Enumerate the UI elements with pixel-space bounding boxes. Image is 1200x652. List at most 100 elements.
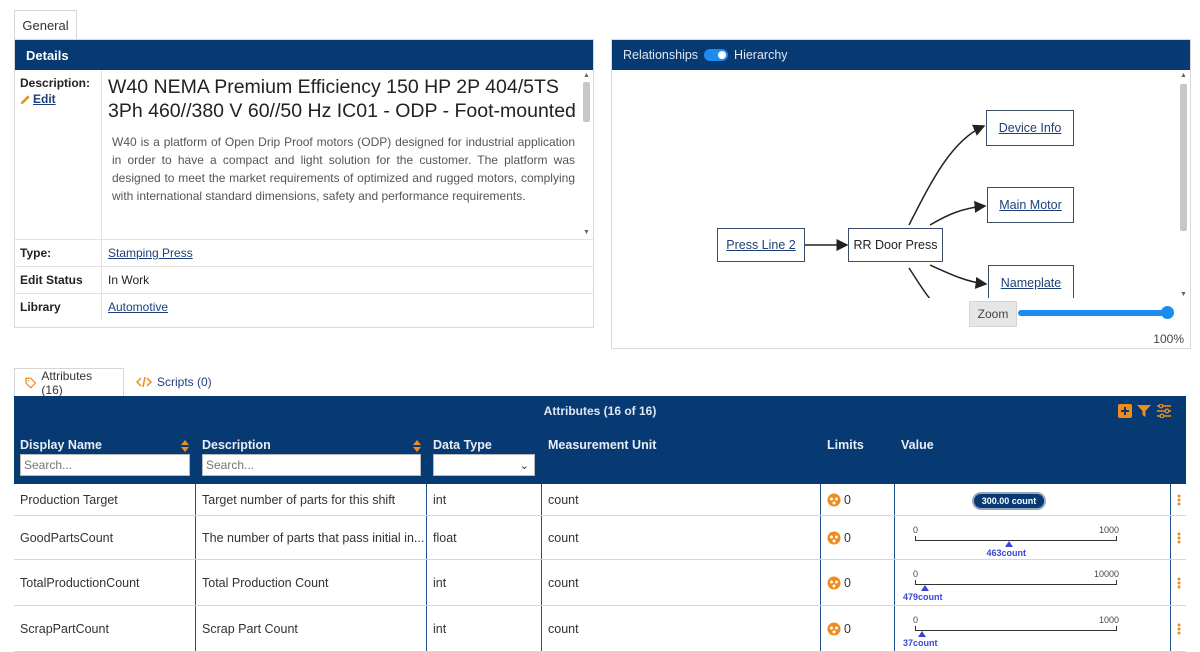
limits-cell: 0 <box>821 606 894 651</box>
graph-scroll-down-icon[interactable]: ▼ <box>1179 291 1188 298</box>
table-row[interactable]: ScrapPartCount Scrap Part Count int count 0 0… <box>14 606 1186 652</box>
graph-scroll-thumb[interactable] <box>1180 84 1187 231</box>
tab-attributes[interactable]: Attributes (16) <box>14 368 124 397</box>
value-cell: 0 1000 37count <box>895 606 1170 651</box>
node-rr-door-press[interactable]: RR Door Press <box>848 228 943 262</box>
node-nameplate-link[interactable]: Nameplate <box>1001 276 1061 290</box>
node-device-info[interactable]: Device Info <box>986 110 1074 146</box>
gauge-axis <box>915 630 1117 631</box>
row-menu-icon[interactable] <box>1177 516 1181 559</box>
node-device-info-link[interactable]: Device Info <box>999 121 1062 135</box>
display-name-search-input[interactable] <box>20 454 190 476</box>
limits-count: 0 <box>844 575 851 590</box>
row-menu-icon[interactable] <box>1177 484 1181 515</box>
node-press-line-link[interactable]: Press Line 2 <box>726 238 795 252</box>
col-value: Value <box>901 438 934 452</box>
col-data-type[interactable]: Data Type <box>433 438 492 452</box>
col-measurement-unit: Measurement Unit <box>548 438 657 452</box>
zoom-button[interactable]: Zoom <box>969 301 1017 327</box>
edit-link[interactable]: Edit <box>20 92 56 106</box>
value-cell: 0 10000 479count <box>895 560 1170 605</box>
cell-name: ScrapPartCount <box>20 621 109 636</box>
edit-label: Edit <box>33 92 56 106</box>
column-divider <box>1170 516 1171 559</box>
cell-type: float <box>433 530 457 545</box>
node-nameplate[interactable]: Nameplate <box>988 265 1074 298</box>
filter-icon[interactable] <box>1137 404 1151 418</box>
sort-icon[interactable] <box>181 440 189 452</box>
settings-sliders-icon[interactable] <box>1156 404 1172 418</box>
cell-description: Total Production Count <box>202 575 329 590</box>
node-main-motor[interactable]: Main Motor <box>987 187 1074 223</box>
col-description[interactable]: Description <box>202 438 271 452</box>
value-gauge: 0 1000 463count <box>913 525 1119 559</box>
gauge-tick <box>1116 536 1117 541</box>
hierarchy-label: Hierarchy <box>734 48 788 62</box>
details-panel: Details Description: Edit W40 NEMA Premi… <box>14 39 594 328</box>
description-search-input[interactable] <box>202 454 421 476</box>
node-main-motor-link[interactable]: Main Motor <box>999 198 1062 212</box>
limits-value[interactable]: 0 <box>827 493 851 507</box>
column-divider <box>1170 606 1171 651</box>
scroll-thumb[interactable] <box>583 82 590 122</box>
row-menu-icon[interactable] <box>1177 606 1181 651</box>
limits-count: 0 <box>844 621 851 636</box>
gauge-max-label: 1000 <box>1098 615 1119 625</box>
type-row: Type: Stamping Press <box>15 240 593 267</box>
zoom-percent: 100% <box>1153 332 1184 346</box>
tab-general[interactable]: General <box>14 10 77 39</box>
table-row[interactable]: GoodPartsCount The number of parts that p… <box>14 516 1186 560</box>
type-label: Type: <box>15 240 102 266</box>
gauge-axis <box>915 540 1117 541</box>
edit-status-label: Edit Status <box>15 267 102 293</box>
type-link[interactable]: Stamping Press <box>108 246 193 260</box>
add-icon[interactable] <box>1118 404 1132 418</box>
limits-value[interactable]: 0 <box>827 622 851 636</box>
col-display-name[interactable]: Display Name <box>20 438 102 452</box>
scroll-up-icon[interactable]: ▲ <box>582 72 591 80</box>
cell-name: Production Target <box>20 492 118 507</box>
graph-scrollbar[interactable]: ▲ ▼ <box>1179 72 1188 298</box>
cell-unit: count <box>548 492 579 507</box>
zoom-slider-knob[interactable] <box>1161 306 1174 319</box>
scroll-down-icon[interactable]: ▼ <box>582 229 591 237</box>
attributes-table: Attributes (16 of 16) Display Name Descr… <box>14 396 1186 652</box>
value-badge: 300.00 count <box>972 492 1046 510</box>
data-type-select[interactable]: ⌄ <box>433 454 535 476</box>
graph-scroll-up-icon[interactable]: ▲ <box>1179 72 1188 79</box>
zoom-slider[interactable] <box>1018 310 1168 316</box>
relationships-panel: Relationships Hierarchy Press Line 2 RR … <box>611 39 1191 349</box>
node-press-line[interactable]: Press Line 2 <box>717 228 805 262</box>
cell-description: The number of parts that pass initial in… <box>202 530 425 545</box>
tab-attributes-label: Attributes (16) <box>41 368 93 397</box>
gauge-min-label: 0 <box>913 569 919 579</box>
cell-unit: count <box>548 530 579 545</box>
relationships-header: Relationships Hierarchy <box>612 40 1190 70</box>
table-row[interactable]: TotalProductionCount Total Production Cou… <box>14 560 1186 606</box>
library-label: Library <box>15 294 102 320</box>
limits-value[interactable]: 0 <box>827 576 851 590</box>
tab-scripts[interactable]: Scripts (0) <box>126 368 222 396</box>
limits-cell: 0 <box>821 484 894 515</box>
gauge-value-label: 463count <box>986 548 1027 558</box>
table-row[interactable]: Production Target Target number of parts … <box>14 484 1186 516</box>
cell-type: int <box>433 621 447 636</box>
tag-icon <box>25 377 37 389</box>
col-limits: Limits <box>827 438 864 452</box>
hierarchy-toggle[interactable] <box>704 49 729 61</box>
gauge-axis <box>915 584 1117 585</box>
gauge-tick <box>1116 580 1117 585</box>
description-scrollbar[interactable]: ▲ ▼ <box>582 72 591 237</box>
value-gauge: 0 10000 479count <box>903 569 1119 603</box>
library-link[interactable]: Automotive <box>108 300 168 314</box>
details-header: Details <box>15 40 593 70</box>
row-menu-icon[interactable] <box>1177 560 1181 605</box>
gauge-tick <box>915 536 916 541</box>
gauge-marker <box>918 631 927 637</box>
header-actions <box>1118 404 1172 418</box>
description-label: Description: <box>20 76 91 90</box>
limits-value[interactable]: 0 <box>827 531 851 545</box>
cell-name: TotalProductionCount <box>20 575 140 590</box>
sort-icon[interactable] <box>413 440 421 452</box>
graph-edges <box>802 124 988 298</box>
